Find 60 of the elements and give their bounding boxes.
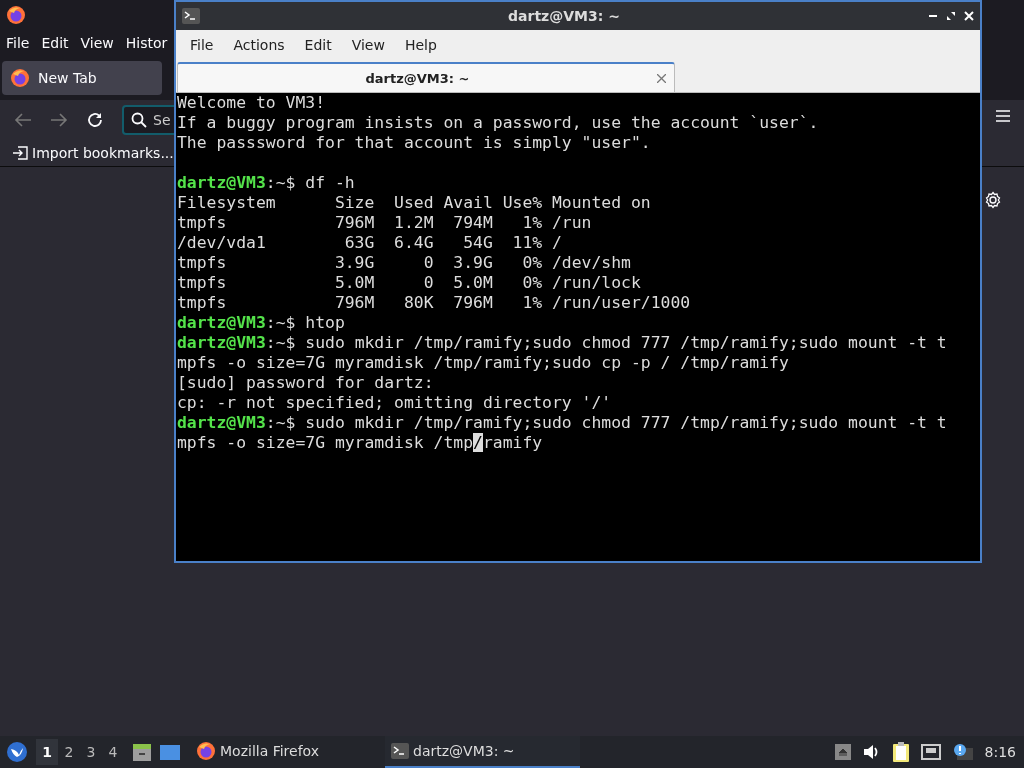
app-menu-icon[interactable] xyxy=(6,741,28,763)
close-icon[interactable] xyxy=(964,11,974,21)
terminal-tab[interactable]: dartz@VM3: ~ xyxy=(177,62,675,92)
firefox-icon xyxy=(196,741,216,761)
terminal-line: /dev/vda1 63G 6.4G 54G 11% / xyxy=(177,233,562,252)
terminal-line: [sudo] password for dartz: xyxy=(177,373,434,392)
notification-icon[interactable] xyxy=(952,743,973,761)
terminal-line: dartz@VM3:~$ htop xyxy=(177,313,345,332)
terminal-line: dartz@VM3:~$ df -h xyxy=(177,173,355,192)
terminal-line: tmpfs 5.0M 0 5.0M 0% /run/lock xyxy=(177,273,641,292)
terminal-line: mpfs -o size=7G myramdisk /tmp/ramify;sudo cp -p / /tmp/ramify xyxy=(177,353,789,372)
firefox-icon xyxy=(10,68,30,88)
workspace-button[interactable]: 4 xyxy=(102,739,124,765)
clock: 8:16 xyxy=(984,744,1016,760)
taskbar-item[interactable]: Mozilla Firefox xyxy=(190,736,326,768)
terminal-icon xyxy=(182,8,200,24)
close-tab-icon[interactable] xyxy=(657,73,666,83)
forward-icon[interactable] xyxy=(50,113,68,127)
terminal-line: mpfs -o size=7G myramdisk /tmp/ramify xyxy=(177,433,543,452)
search-icon xyxy=(131,112,147,128)
taskbar-item[interactable]: dartz@VM3: ~ xyxy=(385,736,581,768)
import-icon xyxy=(12,146,28,160)
back-icon[interactable] xyxy=(14,113,32,127)
workspace-button[interactable]: 1 xyxy=(36,739,58,765)
desktop-icon[interactable] xyxy=(160,743,180,761)
menu-item[interactable]: Edit xyxy=(294,36,342,53)
menu-icon[interactable] xyxy=(996,110,1010,122)
terminal-line: dartz@VM3:~$ sudo mkdir /tmp/ramify;sudo chmod 777 /tmp/ramify;sudo mount -t t xyxy=(177,333,947,352)
terminal-line: tmpfs 3.9G 0 3.9G 0% /dev/shm xyxy=(177,253,631,272)
browser-tab[interactable]: New Tab xyxy=(2,61,162,95)
menu-item[interactable]: Actions xyxy=(223,36,295,53)
terminal-line: If a buggy program insists on a password, use the account `user`. xyxy=(177,113,819,132)
terminal-line: The passsword for that account is simply "user". xyxy=(177,133,651,152)
menu-item[interactable]: File xyxy=(180,36,224,53)
workspace-button[interactable]: 2 xyxy=(58,739,80,765)
window-title: dartz@VM3: ~ xyxy=(507,8,621,24)
terminal-line: tmpfs 796M 1.2M 794M 1% /run xyxy=(177,213,592,232)
network-icon[interactable] xyxy=(920,744,941,760)
terminal-line: Welcome to VM3! xyxy=(177,93,326,112)
clipboard-icon[interactable] xyxy=(892,742,909,762)
terminal-line: dartz@VM3:~$ sudo mkdir /tmp/ramify;sudo chmod 777 /tmp/ramify;sudo mount -t t xyxy=(177,413,947,432)
menu-item[interactable]: View xyxy=(341,36,395,53)
terminal-line: cp: -r not specified; omitting directory '/' xyxy=(177,393,612,412)
menu-item[interactable]: File xyxy=(6,35,30,51)
workspace-button[interactable]: 3 xyxy=(80,739,102,765)
search-field[interactable]: Se xyxy=(122,105,174,135)
maximize-icon[interactable] xyxy=(946,11,956,21)
terminal-icon xyxy=(391,743,410,759)
bookmark-item[interactable]: Import bookmarks... xyxy=(32,145,174,161)
file-cabinet-icon[interactable] xyxy=(132,742,152,762)
reload-icon[interactable] xyxy=(86,111,104,129)
menu-item[interactable]: Edit xyxy=(41,35,69,51)
menu-item[interactable]: Help xyxy=(394,36,447,53)
terminal-line: tmpfs 796M 80K 796M 1% /run/user/1000 xyxy=(177,293,691,312)
settings-icon[interactable] xyxy=(984,191,1002,209)
firefox-logo-icon xyxy=(6,5,26,25)
terminal-line: Filesystem Size Used Avail Use% Mounted on xyxy=(177,193,651,212)
menu-item[interactable]: View xyxy=(80,35,114,51)
menu-item[interactable]: Histor xyxy=(125,35,168,51)
eject-icon[interactable] xyxy=(834,744,851,760)
